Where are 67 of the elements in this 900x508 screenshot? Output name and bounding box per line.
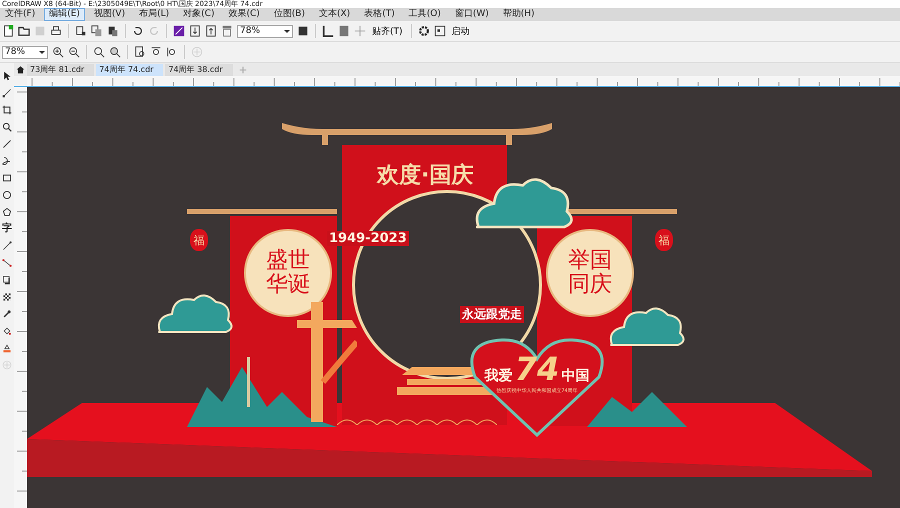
heart-number: 74 — [514, 353, 560, 385]
document-tab[interactable]: 74周年 38.cdr — [165, 64, 233, 76]
zoom-page-icon[interactable] — [134, 46, 146, 58]
motto-text: 举国同庆 — [568, 248, 612, 298]
transform-icon[interactable] — [173, 25, 185, 37]
document-tab[interactable]: 74周年 74.cdr — [96, 64, 164, 76]
ruler-icon[interactable] — [322, 25, 334, 37]
window-icon[interactable] — [434, 25, 446, 37]
text-tool[interactable]: 字 — [2, 224, 12, 234]
document-icon[interactable] — [75, 25, 87, 37]
curve-icon[interactable] — [2, 156, 12, 166]
lantern-character: 福 — [194, 232, 204, 248]
eyedropper-icon[interactable] — [2, 309, 12, 319]
menu-item[interactable]: 文本(X) — [314, 8, 356, 21]
snap-to-button[interactable]: 贴齐(T) — [370, 24, 405, 38]
undo-icon[interactable] — [132, 25, 144, 37]
menu-item[interactable]: 效果(C) — [223, 8, 265, 21]
connector-icon[interactable] — [2, 258, 12, 268]
paste-icon[interactable] — [107, 25, 119, 37]
years-label: 1949-2023 — [327, 231, 409, 246]
zoom-level-dropdown[interactable]: 78% — [237, 24, 293, 38]
settings-icon[interactable] — [418, 25, 430, 37]
new-document-icon[interactable] — [2, 25, 14, 37]
import-icon[interactable] — [189, 25, 201, 37]
menu-item[interactable]: 工具(O) — [404, 8, 446, 21]
zoom-level-dropdown[interactable]: 78% — [2, 46, 48, 58]
checkerboard-icon[interactable] — [2, 292, 12, 302]
zoom-height-icon[interactable] — [166, 46, 178, 58]
dimension-icon[interactable] — [2, 241, 12, 251]
menu-item[interactable]: 视图(V) — [88, 8, 130, 21]
export-icon[interactable] — [205, 25, 217, 37]
document-tab[interactable]: 73周年 81.cdr — [27, 64, 94, 76]
menu-item[interactable]: 窗口(W) — [450, 8, 494, 21]
interactive-fill-icon[interactable] — [2, 343, 12, 353]
fill-bucket-icon[interactable] — [2, 326, 12, 336]
shadow-icon[interactable] — [2, 275, 12, 285]
menu-item[interactable]: 文件(F) — [0, 8, 40, 21]
rectangle-icon[interactable] — [2, 173, 12, 183]
motto-text: 盛世华诞 — [266, 248, 310, 298]
menu-item[interactable]: 位图(B) — [268, 8, 310, 21]
lantern-character: 福 — [658, 232, 670, 248]
ellipse-icon[interactable] — [2, 190, 12, 200]
node-icon[interactable] — [2, 88, 12, 98]
zoom-icon[interactable] — [2, 122, 12, 132]
artwork-title: 欢度·国庆 — [377, 162, 474, 190]
zoom-selection-icon[interactable] — [93, 46, 105, 58]
line-icon[interactable] — [2, 139, 12, 149]
menu-item[interactable]: 布局(L) — [134, 8, 174, 21]
polygon-icon[interactable] — [2, 207, 12, 217]
zoom-out-icon[interactable] — [68, 46, 80, 58]
heart-text: 中国 — [561, 367, 590, 385]
crop-icon[interactable] — [2, 105, 12, 115]
print-icon[interactable] — [50, 25, 62, 37]
menu-item[interactable]: 编辑(E) — [44, 8, 85, 21]
slogan-text: 永远跟党走 — [460, 306, 524, 323]
folder-icon[interactable] — [18, 25, 30, 37]
heart-text: 我爱 — [484, 367, 513, 385]
copy-icon[interactable] — [91, 25, 103, 37]
zoom-width-icon[interactable] — [150, 46, 162, 58]
menu-item[interactable]: 帮助(H) — [498, 8, 540, 21]
zoom-in-icon[interactable] — [52, 46, 64, 58]
menu-item[interactable]: 对象(C) — [178, 8, 220, 21]
menu-item[interactable]: 表格(T) — [359, 8, 400, 21]
zoom-all-icon[interactable] — [109, 46, 121, 58]
pointer-icon[interactable] — [2, 71, 12, 81]
home-icon[interactable] — [16, 65, 25, 74]
launch-button[interactable]: 启动 — [450, 24, 472, 38]
